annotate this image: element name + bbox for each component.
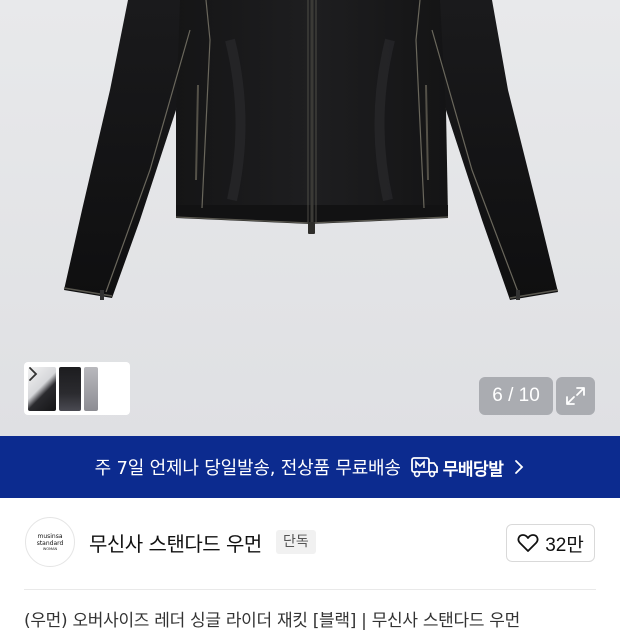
brand-logo[interactable]: musinsa standard WOMAN bbox=[25, 517, 75, 567]
divider bbox=[24, 589, 596, 590]
exclusive-badge: 단독 bbox=[276, 530, 316, 554]
like-button[interactable]: 32만 bbox=[506, 524, 595, 562]
free-shipping-banner[interactable]: 주 7일 언제나 당일발송, 전상품 무료배송 무배당발 bbox=[0, 436, 620, 498]
product-image[interactable]: 6 / 10 bbox=[0, 0, 620, 436]
image-counter: 6 / 10 bbox=[479, 377, 553, 415]
banner-text: 주 7일 언제나 당일발송, 전상품 무료배송 bbox=[94, 458, 401, 479]
heart-outline-icon bbox=[517, 534, 539, 552]
brand-name-link[interactable]: 무신사 스탠다드 우먼 bbox=[89, 528, 262, 557]
chevron-right-icon bbox=[515, 460, 524, 474]
truck-m-icon bbox=[410, 457, 438, 478]
thumbnail-model-image[interactable] bbox=[59, 366, 81, 411]
thumbnail-model-image[interactable] bbox=[84, 366, 98, 411]
banner-logo-text: 무배당발 bbox=[442, 459, 504, 480]
thumbnail-strip[interactable] bbox=[24, 362, 130, 415]
product-title: (우먼) 오버사이즈 레더 싱글 라이더 재킷 [블랙] | 무신사 스탠다드 … bbox=[24, 611, 520, 631]
expand-icon bbox=[566, 387, 585, 405]
expand-button[interactable] bbox=[556, 377, 595, 415]
like-count: 32만 bbox=[545, 534, 584, 556]
brand-logo-line2: standard bbox=[36, 539, 64, 547]
brand-logo-line1: musinsa bbox=[37, 532, 63, 540]
banner-logo: 무배당발 bbox=[410, 455, 504, 480]
brand-logo-line3: WOMAN bbox=[42, 546, 58, 551]
chevron-right-icon[interactable] bbox=[24, 362, 42, 386]
